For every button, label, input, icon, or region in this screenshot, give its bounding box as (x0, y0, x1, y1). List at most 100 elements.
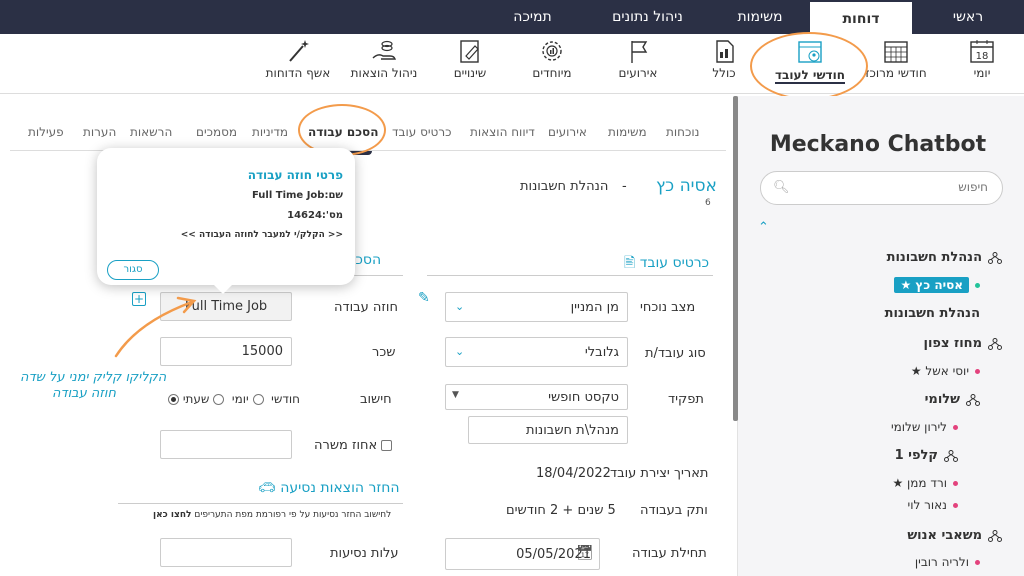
travel-cost-input[interactable] (160, 538, 292, 567)
employee-id: 6 (705, 198, 711, 208)
calendar-icon[interactable]: 📅︎ (576, 545, 594, 561)
sidebar-group-hr[interactable]: משאבי אנוש (907, 528, 1002, 543)
sidebar-scrollbar[interactable] (733, 96, 738, 421)
sidebar-item-label: לירון שלומי (890, 420, 947, 434)
ribbon-report-wizard[interactable]: אשף הדוחות (258, 36, 338, 80)
tab-policies[interactable]: מדיניות (252, 125, 288, 139)
top-tab-data-management[interactable]: ניהול נתונים (585, 0, 710, 34)
status-dot (975, 560, 980, 565)
top-tab-support[interactable]: תמיכה (480, 0, 585, 34)
annotation-line-1: הקליקו קליק ימני על שדה (20, 370, 167, 385)
travel-note: לחישוב החזר נסיעות על פי רפורמת מפת התער… (153, 510, 392, 520)
section-divider (427, 275, 713, 276)
tab-documents[interactable]: מסמכים (196, 125, 237, 139)
radio-hourly[interactable] (213, 394, 225, 405)
sidebar-item-label: יוסי אשל ★ (910, 364, 969, 378)
sidebar-group-accounting[interactable]: הנהלת חשבונות (887, 250, 1002, 265)
org-chart-icon (988, 251, 1002, 264)
top-tab-tasks[interactable]: משימות (710, 0, 810, 34)
svg-text:18: 18 (976, 51, 989, 62)
radio-monthly[interactable] (168, 394, 179, 405)
header-separator: - (622, 179, 627, 194)
id-card-icon: 🖹︎ (624, 255, 636, 271)
org-chart-icon (988, 337, 1002, 350)
sidebar-item-label: קלפי 1 (894, 448, 938, 463)
popup-open-contract-link[interactable]: << הקלק/י למעבר לחוזה העבודה >> (181, 230, 343, 240)
ribbon-label: יומי (973, 66, 991, 80)
collapse-up-icon[interactable]: ⌃ (758, 220, 769, 235)
chatbot-sidebar: Meckano Chatbot 🔍︎ ⌃ הנהלת חשבונות אסיה … (737, 96, 1024, 576)
role-type-select[interactable]: טקסט חופשי (445, 384, 628, 410)
ribbon-monthly-summary[interactable]: חודשי מרוכז (856, 36, 936, 80)
percent-checkbox[interactable] (381, 440, 393, 451)
tab-activity[interactable]: פעילות (28, 125, 64, 139)
sidebar-person[interactable]: ולריה רובין (915, 555, 980, 569)
sidebar-person[interactable]: יוסי אשל ★ (911, 364, 980, 378)
sidebar-group-north[interactable]: מחוז צפון (924, 336, 1002, 351)
created-date-label: תאריך יצירת עובד (610, 466, 709, 481)
ribbon-label: אירועים (618, 66, 658, 80)
sidebar-item-label: הנהלת חשבונות (884, 306, 980, 321)
ribbon-expense-management[interactable]: ניהול הוצאות (344, 36, 424, 80)
percent-checkbox-row: אחוז משרה (314, 438, 393, 453)
popup-contract-name: שם:Full Time Job (251, 190, 343, 201)
employee-type-select[interactable]: גלובלי (445, 337, 628, 367)
sidebar-person[interactable]: ורד ממן ★ (892, 476, 958, 490)
ribbon-label: אשף הדוחות (265, 66, 331, 80)
sidebar-person[interactable]: נאור לוי (908, 498, 958, 512)
ribbon-events[interactable]: אירועים (598, 36, 678, 80)
status-dot (953, 481, 958, 486)
role-type-value: טקסט חופשי (548, 389, 619, 405)
sidebar-item-label: נאור לוי (907, 498, 947, 512)
ribbon-label: ניהול הוצאות (350, 66, 418, 80)
tab-permissions[interactable]: הרשאות (130, 125, 172, 139)
sidebar-search[interactable]: 🔍︎ (760, 171, 1003, 205)
radio-label: חודשי (271, 392, 301, 406)
start-date-label: תחילת עבודה (632, 546, 707, 561)
travel-link[interactable]: לחצו כאן (153, 510, 191, 520)
tab-employee-card[interactable]: כרטיס עובד (392, 125, 451, 139)
sidebar-group-kalpi[interactable]: קלפי 1 (895, 448, 958, 463)
calculation-label: חישוב (360, 392, 392, 407)
ribbon-special[interactable]: מיוחדים (512, 36, 592, 80)
tab-events[interactable]: אירועים (548, 125, 587, 139)
sidebar-subgroup-accounting[interactable]: הנהלת חשבונות (885, 306, 980, 321)
calculation-options: חודשי יומי שעתי (168, 392, 300, 406)
travel-cost-label: עלות נסיעות (330, 546, 399, 561)
pencil-icon[interactable]: ✎ (418, 290, 430, 306)
role-input[interactable]: מנהל\ת חשבונות (468, 416, 628, 444)
sidebar-group-shlomi[interactable]: שלומי (925, 392, 980, 407)
sidebar-person[interactable]: לירון שלומי (891, 420, 958, 434)
gear-chart-icon (542, 41, 562, 61)
status-dot (975, 369, 980, 374)
org-chart-icon (944, 449, 958, 462)
sidebar-item-label: משאבי אנוש (907, 528, 982, 543)
ribbon-label: שינויים (453, 66, 487, 80)
annotation-arrow (114, 296, 197, 358)
top-tab-reports[interactable]: דוחות (810, 0, 912, 34)
status-select[interactable]: מן המניין (445, 292, 628, 322)
ribbon-label: מיוחדים (532, 66, 572, 80)
tab-notes[interactable]: הערות (83, 125, 116, 139)
tenure-value: 5 שנים + 2 חודשים (506, 503, 616, 518)
tab-tasks[interactable]: משימות (608, 125, 647, 139)
document-chart-icon (716, 40, 734, 63)
sidebar-item-selected-employee[interactable]: אסיה כץ ★ (894, 277, 980, 293)
status-label: מצב נוכחי (640, 300, 696, 315)
top-tab-main[interactable]: ראשי (912, 0, 1024, 34)
popup-contract-number: מס':14624 (287, 210, 343, 221)
ribbon-changes[interactable]: שינויים (430, 36, 510, 80)
annotation-line-2: חוזה עבודה (52, 386, 116, 401)
travel-title: החזר הוצאות נסיעה 🚗︎ (258, 480, 400, 496)
sidebar-item-label: ורד ממן ★ (892, 476, 947, 490)
radio-daily[interactable] (252, 394, 264, 405)
sidebar-item-label: הנהלת חשבונות (886, 250, 982, 265)
popup-close-button[interactable]: סגור (107, 260, 159, 280)
highlight-ring-monthly-employee (750, 32, 868, 100)
ribbon-daily[interactable]: 18 יומי (942, 36, 1022, 80)
percent-input[interactable] (160, 430, 292, 459)
tab-expense-report[interactable]: דיווח הוצאות (470, 125, 535, 139)
tab-attendance[interactable]: נוכחות (666, 125, 699, 139)
search-input[interactable] (788, 180, 988, 194)
selected-employee-badge: אסיה כץ ★ (894, 277, 969, 293)
